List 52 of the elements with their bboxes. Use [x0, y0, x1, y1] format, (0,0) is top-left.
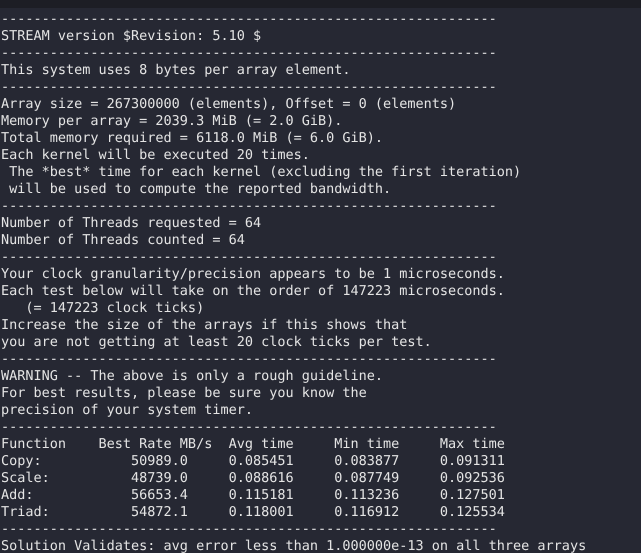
output-line: will be used to compute the reported bandwidth. — [8, 181, 392, 198]
table-cell: 56653.4 — [131, 487, 188, 504]
output-line: Increase the size of the arrays if this shows that — [1, 317, 408, 334]
table-cell: 0.113236 — [334, 487, 400, 504]
dash-line: ------------------------------------------------------------- — [1, 45, 497, 62]
output-line: you are not getting at least 20 clock ticks per test. — [1, 334, 432, 351]
table-cell: 0.116912 — [334, 504, 400, 521]
table-cell: Scale: — [1, 470, 50, 487]
table-cell: Add: — [1, 487, 34, 504]
table-cell: 0.085451 — [228, 453, 294, 470]
table-cell: 0.125534 — [440, 504, 505, 521]
output-line: STREAM version $Revision: 5.10 $ — [1, 28, 262, 45]
table-cell: 0.091311 — [440, 453, 505, 470]
output-line: Number of Threads requested = 64 — [1, 215, 262, 232]
output-line: (= 147223 clock ticks) — [24, 300, 204, 317]
output-line: precision of your system timer. — [1, 402, 253, 419]
table-cell: 48739.0 — [131, 470, 188, 487]
output-line: Solution Validates: avg error less than 1.000000e-13 on all three arrays — [1, 538, 586, 553]
output-line: WARNING -- The above is only a rough guideline. — [1, 368, 384, 385]
table-cell: Triad: — [1, 504, 50, 521]
table-cell: 50989.0 — [131, 453, 188, 470]
dash-line: ------------------------------------------------------------- — [1, 79, 497, 96]
output-line: For best results, please be sure you know the — [1, 385, 367, 402]
dash-line: ------------------------------------------------------------- — [1, 249, 497, 266]
table-cell: 0.088616 — [228, 470, 294, 487]
table-cell: Copy: — [1, 453, 42, 470]
output-line: Total memory required = 6118.0 MiB (= 6.0 GiB). — [1, 130, 384, 147]
dash-line: ------------------------------------------------------------- — [1, 419, 497, 436]
table-cell: 0.092536 — [440, 470, 505, 487]
output-line: Your clock granularity/precision appears to be 1 microseconds. — [1, 266, 505, 283]
output-line: Number of Threads counted = 64 — [1, 232, 245, 249]
output-line: Each kernel will be executed 20 times. — [1, 147, 310, 164]
column-header: Best Rate MB/s — [98, 436, 212, 453]
output-line: Memory per array = 2039.3 MiB (= 2.0 GiB). — [1, 113, 342, 130]
output-line: Each test below will take on the order of 147223 microseconds. — [1, 283, 505, 300]
output-line: The *best* time for each kernel (excluding the first iteration) — [8, 164, 522, 181]
column-header: Min time — [334, 436, 400, 453]
dash-line: ------------------------------------------------------------- — [1, 351, 497, 368]
dash-line: ------------------------------------------------------------- — [1, 521, 497, 538]
column-header: Avg time — [228, 436, 294, 453]
table-cell: 0.127501 — [440, 487, 505, 504]
column-header: Function — [1, 436, 66, 453]
output-line: Array size = 267300000 (elements), Offset = 0 (elements) — [1, 96, 456, 113]
output-line: This system uses 8 bytes per array element. — [1, 62, 350, 79]
column-header: Max time — [440, 436, 505, 453]
table-cell: 0.083877 — [334, 453, 400, 470]
table-cell: 0.087749 — [334, 470, 400, 487]
table-cell: 0.118001 — [228, 504, 294, 521]
table-cell: 0.115181 — [228, 487, 294, 504]
dash-line: ------------------------------------------------------------- — [1, 11, 497, 28]
dash-line: ------------------------------------------------------------- — [1, 198, 497, 215]
table-cell: 54872.1 — [131, 504, 188, 521]
